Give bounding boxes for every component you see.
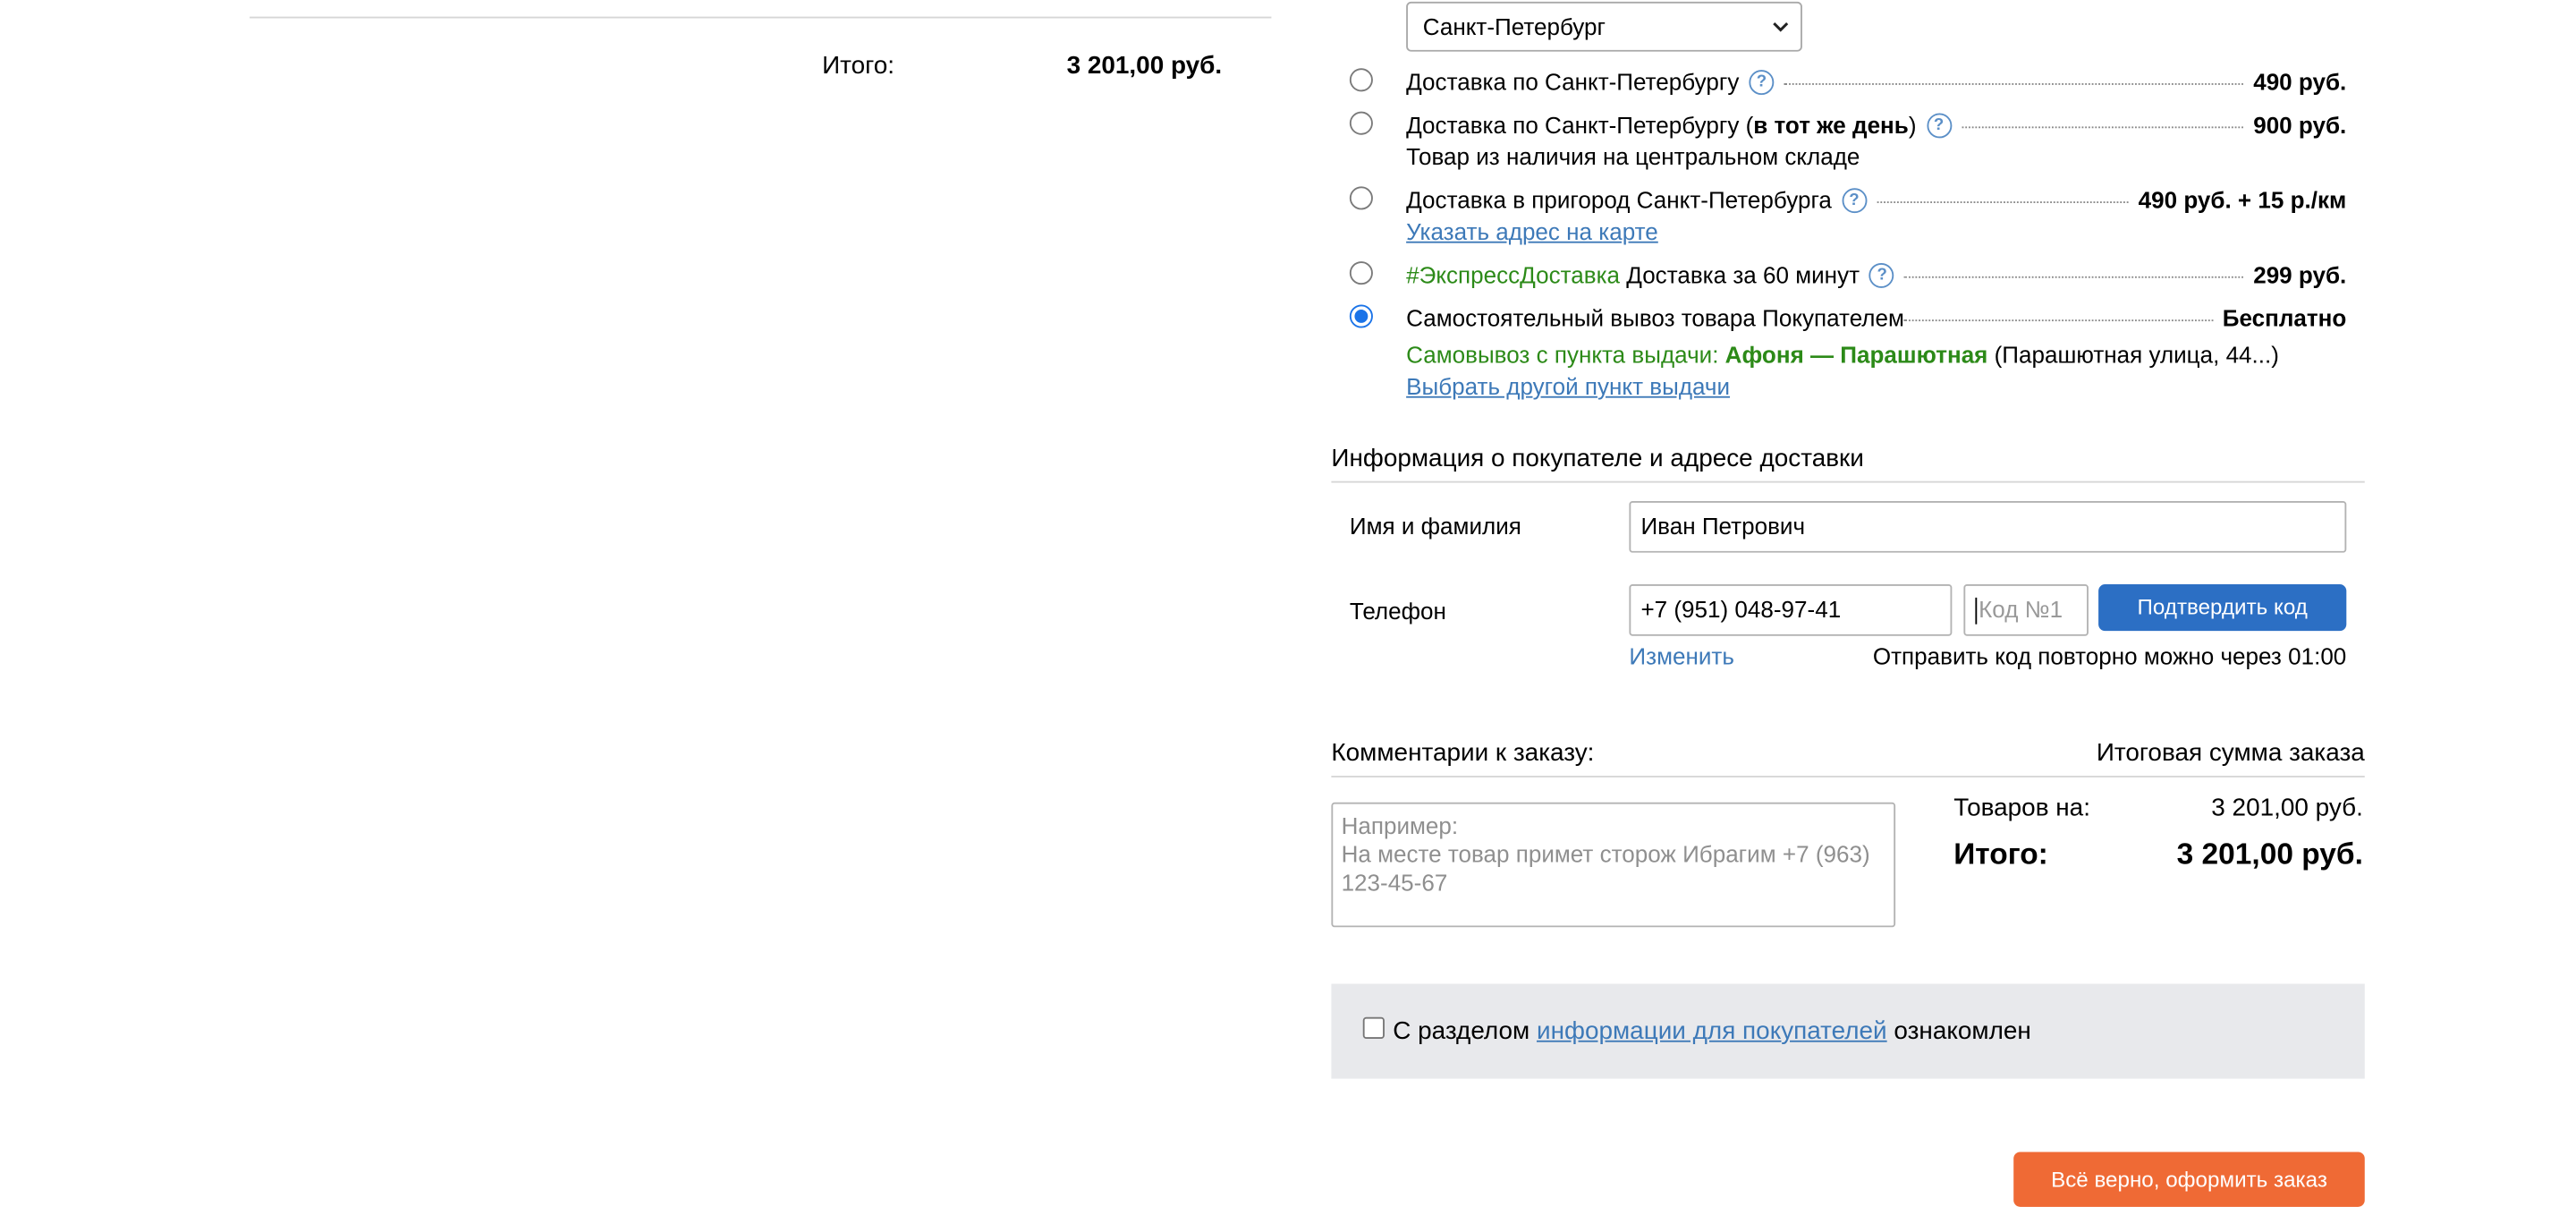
dotted-leader [1784,82,2244,84]
submit-order-button[interactable]: Всё верно, оформить заказ [2013,1152,2365,1207]
help-icon[interactable]: ? [1869,262,1895,287]
radio-delivery-suburb[interactable] [1349,186,1373,210]
order-total-value: 3 201,00 руб. [2176,837,2363,871]
confirm-code-button[interactable]: Подтвердить код [2098,584,2347,632]
chevron-down-icon [1773,21,1789,32]
city-select[interactable]: Санкт-Петербург [1406,1,1802,52]
pickup-point-address: (Парашютная улица, 44...) [1987,341,2279,369]
left-total-label: Итого: [822,51,894,81]
delivery-option-pickup[interactable]: Самостоятельный вывоз товара Покупателем… [1406,303,2346,333]
express-tag: #ЭкспрессДоставка [1406,261,1621,288]
order-total-label: Итого: [1953,837,2048,871]
pickup-prefix: Самовывоз с пункта выдачи: [1406,341,1725,369]
help-icon[interactable]: ? [1749,69,1775,95]
phone-input[interactable]: +7 (951) 048-97-41 [1629,584,1953,636]
dotted-leader [1877,200,2129,203]
order-comment-textarea[interactable]: Например: На месте товар примет сторож И… [1331,802,1896,928]
radio-delivery-pickup[interactable] [1349,304,1373,328]
delivery-option-label: Доставка в пригород Санкт-Петербурга [1406,186,1832,214]
delivery-option-label: Самостоятельный вывоз товара Покупателем [1406,304,1904,332]
agreement-box: С разделом информации для покупателей оз… [1331,983,2365,1079]
map-address-link[interactable]: Указать адрес на карте [1406,218,1658,245]
choose-pickup-point-link[interactable]: Выбрать другой пункт выдачи [1406,373,1730,400]
dotted-leader [1904,275,2244,277]
order-total-title: Итоговая сумма заказа [2096,739,2365,768]
delivery-option-price: 900 руб. [2253,111,2347,139]
left-total-value: 3 201,00 руб. [1066,51,1223,81]
section-divider [1331,480,2365,483]
checkout-page: Итого: 3 201,00 руб. Санкт-Петербург Дос… [0,0,2576,1207]
delivery-option-price: 490 руб. + 15 р./км [2138,186,2347,214]
radio-delivery-express[interactable] [1349,261,1373,285]
delivery-option-label-bold: в тот же день [1753,111,1909,139]
sms-code-placeholder: Код №1 [1979,596,2063,623]
comments-title: Комментарии к заказу: [1331,739,1595,768]
help-icon[interactable]: ? [1842,187,1867,213]
goods-total-label: Товаров на: [1953,794,2090,823]
delivery-option-label-end: ) [1908,111,1917,139]
dotted-leader [1903,319,2213,321]
agreement-text-before: С разделом [1393,1016,1537,1046]
text-cursor [1975,598,1978,625]
radio-delivery-same-day[interactable] [1349,111,1373,135]
agreement-text: С разделом информации для покупателей оз… [1393,1017,2031,1046]
delivery-option-label: Доставка за 60 минут [1620,261,1860,288]
radio-delivery-city[interactable] [1349,68,1373,92]
change-phone-link[interactable]: Изменить [1629,642,1734,669]
delivery-option-price: Бесплатно [2222,304,2347,332]
delivery-option-express[interactable]: #ЭкспрессДоставка Доставка за 60 минут ?… [1406,259,2346,289]
agreement-checkbox[interactable] [1362,1016,1385,1039]
delivery-option-city[interactable]: Доставка по Санкт-Петербургу ? 490 руб. [1406,66,2346,96]
pickup-point-line: Самовывоз с пункта выдачи: Афоня — Параш… [1406,341,2279,368]
name-input[interactable]: Иван Петрович [1629,501,2347,553]
agreement-text-after: ознакомлен [1886,1016,2031,1046]
sms-code-input[interactable]: Код №1 [1963,584,2089,636]
buyer-info-link[interactable]: информации для покупателей [1537,1017,1887,1046]
goods-total-value: 3 201,00 руб. [2211,794,2363,823]
delivery-option-label: Доставка по Санкт-Петербургу [1406,68,1740,96]
dotted-leader [1961,125,2244,128]
section-divider [1331,775,2365,778]
phone-label: Телефон [1349,597,1446,625]
buyer-section-title: Информация о покупателе и адресе доставк… [1331,444,1864,473]
delivery-option-label: Доставка по Санкт-Петербургу ( [1406,111,1754,139]
delivery-option-price: 490 руб. [2253,68,2347,96]
name-label: Имя и фамилия [1349,513,1521,540]
city-select-value: Санкт-Петербург [1422,13,1606,40]
pickup-point-name: Афоня — Парашютная [1724,341,1988,369]
left-divider [250,16,1272,19]
delivery-option-suburb[interactable]: Доставка в пригород Санкт-Петербурга ? 4… [1406,185,2346,215]
resend-code-text: Отправить код повторно можно через 01:00 [1872,642,2347,669]
help-icon[interactable]: ? [1926,112,1952,138]
delivery-option-same-day[interactable]: Доставка по Санкт-Петербургу (в тот же д… [1406,110,2346,140]
delivery-option-price: 299 руб. [2253,261,2347,288]
delivery-option-note: Товар из наличия на центральном складе [1406,143,1860,170]
